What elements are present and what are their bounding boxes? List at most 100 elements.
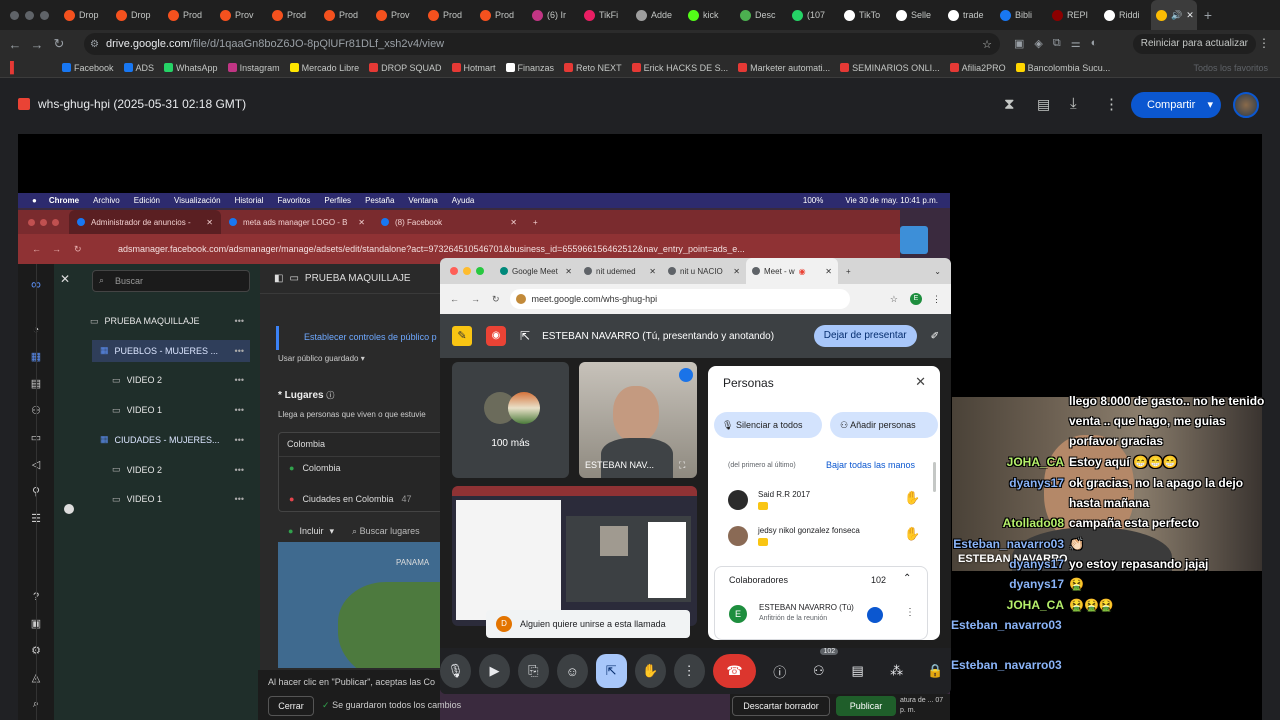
meet-browser-tab[interactable]: nit udemed ✕ [578,258,662,284]
kebab-menu-icon[interactable]: ⋮ [1258,36,1270,50]
tree-row[interactable]: ▭ VIDEO 1 ••• [104,399,250,421]
forward-icon[interactable]: → [52,244,61,254]
browser-tab[interactable]: (107 [787,0,839,30]
browser-tab[interactable]: Prod [319,0,371,30]
browser-tab[interactable]: Prod [475,0,527,30]
mac-menu-item[interactable]: Ayuda [452,196,475,205]
mute-all-button[interactable]: 🎙 Silenciar a todos [714,412,822,438]
account-avatar[interactable] [1233,92,1259,118]
profile-avatar[interactable]: E [910,293,922,305]
bookmark-item[interactable]: Bancolombia Sucu... [1015,63,1110,73]
reload-icon[interactable]: ↻ [48,36,70,52]
comment-icon[interactable]: ▤ [1037,96,1050,113]
more-options-icon[interactable]: ••• [235,435,244,445]
scrollbar[interactable] [933,462,936,492]
bookmark-item[interactable]: WhatsApp [164,63,218,73]
audio-icon[interactable]: 🔊 [1171,10,1182,21]
close-tab-icon[interactable]: ✕ [649,267,656,276]
meet-address-bar[interactable]: ← → ↻ meet.google.com/whs-ghug-hpi ☆ E ⋮ [440,284,951,314]
present-icon[interactable]: ⇱ [595,654,627,688]
browser-tab[interactable]: TikTo [839,0,891,30]
info-icon[interactable]: ⓘ [326,391,334,400]
more-options-icon[interactable]: ••• [235,465,244,475]
restart-to-update-button[interactable]: Reiniciar para actualizar [1132,34,1256,54]
info-icon[interactable]: ⓘ [764,654,795,688]
host-controls-icon[interactable]: 🔒 [920,654,951,688]
browser-tab[interactable]: Adde [631,0,683,30]
close-tab-icon[interactable]: ✕ [358,218,365,227]
close-tab-icon[interactable]: ✕ [510,218,517,227]
bookmark-item[interactable]: Facebook [62,63,114,73]
mac-menu-item[interactable]: Archivo [93,196,120,205]
screen-share-tile[interactable] [452,486,697,626]
mac-menu-item[interactable]: Visualización [174,196,221,205]
tree-row[interactable]: ▦ PUEBLOS - MUJERES ... ••• [92,339,250,362]
more-options-icon[interactable]: ⋮ [673,654,705,688]
excluded-location[interactable]: ● Ciudades en Colombia 47 [289,494,412,504]
search-input[interactable]: ⌕ Buscar [92,270,250,292]
extension-icon[interactable]: ◐ [1091,37,1098,50]
mac-menu-item[interactable]: Favoritos [277,196,310,205]
emoji-icon[interactable]: ☺ [556,654,588,688]
bookmark-item[interactable]: SEMINARIOS ONLI... [840,63,940,73]
stop-presenting-button[interactable]: Dejar de presentar [813,325,917,347]
mac-menu-item[interactable]: Perfiles [324,196,351,205]
leave-call-button[interactable]: ☎ [712,654,757,688]
share-button[interactable]: Compartir ▾ [1131,92,1221,118]
bookmark-item[interactable]: ADS [123,63,154,73]
audience-controls-link[interactable]: Establecer controles de público p [304,332,437,342]
window-controls[interactable] [0,10,59,20]
back-icon[interactable]: ← [32,244,41,254]
address-bar[interactable]: ⚙ drive.google.com/file/d/1qaaGn8boZ6JO-… [84,33,1000,55]
bookmark-item[interactable]: DROP SQUAD [369,63,442,73]
chevron-down-icon[interactable]: ▾ [1207,92,1213,118]
mac-menu-item[interactable]: Edición [134,196,160,205]
browser-tab[interactable]: Prod [267,0,319,30]
new-tab-button[interactable]: + [1197,7,1219,23]
ads-browser-tab[interactable]: meta ads manager LOGO - B ✕ [221,210,373,234]
reload-icon[interactable]: ↻ [74,244,82,255]
join-request-toast[interactable]: D Alguien quiere unirse a esta llamada [486,610,690,638]
bookmark-item[interactable]: Erick HACKS DE S... [631,63,728,73]
close-button[interactable]: Cerrar [268,696,314,716]
browser-tab[interactable]: Prov [371,0,423,30]
bookmark-item[interactable]: Afilia2PRO [949,63,1006,73]
close-tab-icon[interactable]: ✕ [565,267,572,276]
download-icon[interactable]: ⤓ [1070,95,1077,112]
tree-row[interactable]: ▭ VIDEO 1 ••• [104,488,250,510]
captions-icon[interactable]: ⎘ [517,654,549,688]
places-search-input[interactable]: ⌕ Buscar lugares [352,526,420,537]
extension-icon[interactable]: ⚌ [1071,37,1081,50]
others-tile[interactable]: 100 más [452,362,569,478]
tree-row[interactable]: ▭ PRUEBA MAQUILLAJE ••• [82,310,250,332]
bookmark-item[interactable]: Mercado Libre [289,63,359,73]
ads-browser-tab[interactable]: Administrador de anuncios - ✕ [69,210,221,234]
forward-icon[interactable]: → [471,294,480,304]
chevron-down-icon[interactable]: ⌄ [934,267,941,276]
activities-icon[interactable]: ⁂ [881,654,912,688]
bookmark-star-icon[interactable]: ☆ [890,294,898,305]
mac-menu-item[interactable]: Ventana [408,196,437,205]
browser-tab[interactable]: trade [943,0,995,30]
meet-browser-tab[interactable]: Google Meet ✕ [494,258,578,284]
tree-row[interactable]: ▦ CIUDADES - MUJERES... ••• [92,429,250,451]
extension-icon[interactable]: ◈ [1034,37,1042,50]
more-options-icon[interactable]: ⋮ [905,607,915,618]
record-icon[interactable]: ◉ [486,326,506,346]
more-options-icon[interactable]: ••• [235,494,244,504]
discard-draft-button[interactable]: Descartar borrador [732,696,830,716]
include-dropdown[interactable]: ● Incluir ▾ [288,526,334,537]
browser-tab[interactable]: Desc [735,0,787,30]
meet-url-field[interactable]: meet.google.com/whs-ghug-hpi [509,289,850,309]
extension-icon[interactable]: ⧉ [1053,37,1061,50]
chat-icon[interactable]: ▤ [842,654,873,688]
location-map[interactable]: PANAMA [278,542,440,668]
new-tab-button[interactable]: + [846,267,851,276]
browser-tab[interactable]: TikFi [579,0,631,30]
pen-icon[interactable]: ✐ [931,331,939,342]
included-location[interactable]: ● Colombia [289,463,340,473]
close-tab-icon[interactable]: ✕ [1186,10,1194,21]
browser-tab[interactable]: Drop [111,0,163,30]
close-icon[interactable]: ✕ [60,272,70,286]
bookmark-item[interactable]: Hotmart [451,63,496,73]
